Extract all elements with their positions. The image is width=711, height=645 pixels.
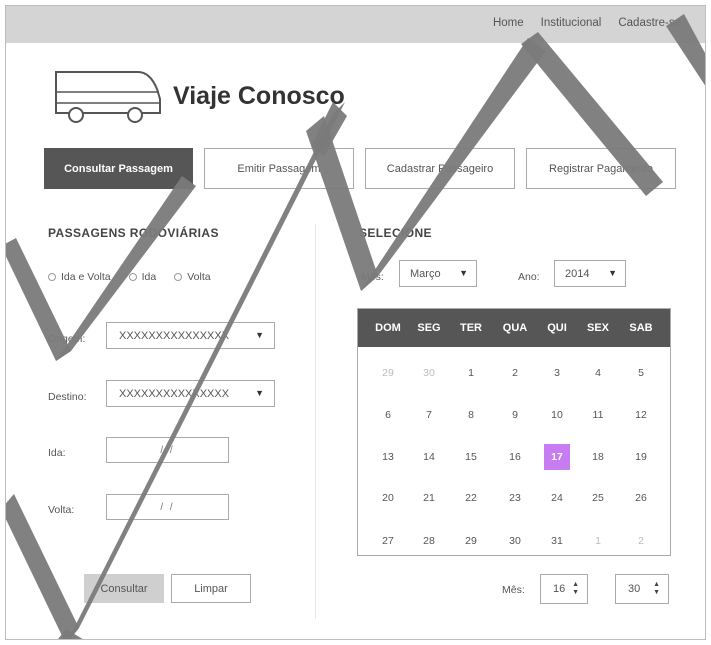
nav-home-link[interactable]: Home <box>493 17 524 29</box>
calendar-day[interactable]: 14 <box>416 444 442 470</box>
calendar-weekday-header: DOM SEG TER QUA QUI SEX SAB <box>358 309 670 347</box>
page-frame: Home Institucional Cadastre-se Viaje Con… <box>5 5 706 640</box>
day-end-stepper[interactable]: 30 ▲ ▼ <box>615 574 669 604</box>
calendar-day[interactable]: 6 <box>375 402 401 428</box>
calendar-day[interactable]: 4 <box>585 360 611 386</box>
mes-select[interactable]: Março ▼ <box>399 260 477 287</box>
dropdown-arrow-icon: ▼ <box>255 388 264 398</box>
tab-consultar-passagem[interactable]: Consultar Passagem <box>44 148 193 189</box>
volta-label: Volta: <box>48 504 75 516</box>
origem-label: Origem: <box>48 333 86 345</box>
calendar-day[interactable]: 15 <box>458 444 484 470</box>
ano-label: Ano: <box>518 271 540 283</box>
trip-type-radio-group: Ida e Volta Ida Volta <box>48 271 229 283</box>
volta-date-input[interactable]: / / <box>106 494 229 520</box>
destino-label: Destino: <box>48 391 87 403</box>
calendar-day[interactable]: 3 <box>544 360 570 386</box>
radio-circle-icon <box>174 273 183 281</box>
tab-registrar-pagamento[interactable]: Registrar Pagamento <box>526 148 676 189</box>
calendar-day[interactable]: 2 <box>502 360 528 386</box>
calendar-day[interactable]: 29 <box>375 360 401 386</box>
stepper-arrows-icon[interactable]: ▲ ▼ <box>572 581 579 597</box>
calendar-day[interactable]: 5 <box>628 360 654 386</box>
spin-mes-label: Mês: <box>502 584 525 596</box>
nav-cadastre-se-link[interactable]: Cadastre-se <box>618 17 681 29</box>
ano-select[interactable]: 2014 ▼ <box>554 260 626 287</box>
top-bar: Home Institucional Cadastre-se <box>6 6 705 43</box>
calendar-day[interactable]: 19 <box>628 444 654 470</box>
calendar-day[interactable]: 23 <box>502 485 528 511</box>
calendar-day[interactable]: 12 <box>628 402 654 428</box>
destino-select[interactable]: XXXXXXXXXXXXXXX ▼ <box>106 380 275 407</box>
limpar-button[interactable]: Limpar <box>171 574 251 603</box>
dropdown-arrow-icon: ▼ <box>255 330 264 340</box>
calendar-day[interactable]: 21 <box>416 485 442 511</box>
calendar-day[interactable]: 22 <box>458 485 484 511</box>
calendar-day[interactable]: 17 <box>544 444 570 470</box>
column-divider <box>315 224 316 619</box>
calendar-day[interactable]: 24 <box>544 485 570 511</box>
calendar-day[interactable]: 9 <box>502 402 528 428</box>
selecione-title: SELECIONE <box>359 226 432 240</box>
calendar-day[interactable]: 18 <box>585 444 611 470</box>
mes-label: Mês: <box>361 271 384 283</box>
weekday-header-qui: QUI <box>547 322 567 334</box>
radio-volta[interactable]: Volta <box>174 271 211 283</box>
calendar-day[interactable]: 7 <box>416 402 442 428</box>
calendar: DOM SEG TER QUA QUI SEX SAB 29 30 1 2 3 4 5 6 7 8 9 10 11 1… <box>357 308 671 556</box>
weekday-header-ter: TER <box>460 322 482 334</box>
calendar-day[interactable]: 10 <box>544 402 570 428</box>
radio-circle-icon <box>128 273 137 281</box>
calendar-day[interactable]: 31 <box>544 528 570 554</box>
calendar-day[interactable]: 20 <box>375 485 401 511</box>
weekday-header-seg: SEG <box>417 322 441 334</box>
dropdown-arrow-icon: ▼ <box>608 268 617 278</box>
radio-ida[interactable]: Ida <box>128 271 156 283</box>
calendar-day[interactable]: 2 <box>628 528 654 554</box>
calendar-day[interactable]: 26 <box>628 485 654 511</box>
stepper-arrows-icon[interactable]: ▲ ▼ <box>653 581 660 597</box>
calendar-day[interactable]: 28 <box>416 528 442 554</box>
bus-logo-icon <box>53 69 163 128</box>
weekday-header-sab: SAB <box>629 322 653 334</box>
weekday-header-qua: QUA <box>502 322 528 334</box>
passagens-title: PASSAGENS RODOVIÁRIAS <box>48 226 219 240</box>
tab-emitir-passagem[interactable]: Emitir Passagem <box>204 148 354 189</box>
radio-circle-icon <box>48 273 56 281</box>
ida-label: Ida: <box>48 447 66 459</box>
tab-cadastrar-passageiro[interactable]: Cadastrar Passageiro <box>365 148 515 189</box>
calendar-day[interactable]: 16 <box>502 444 528 470</box>
dropdown-arrow-icon: ▼ <box>459 268 468 278</box>
consultar-button[interactable]: Consultar <box>84 574 164 603</box>
origem-select[interactable]: XXXXXXXXXXXXXXX ▼ <box>106 322 275 349</box>
calendar-day[interactable]: 29 <box>458 528 484 554</box>
weekday-header-sex: SEX <box>586 322 609 334</box>
radio-ida-e-volta[interactable]: Ida e Volta <box>48 271 111 283</box>
calendar-day[interactable]: 11 <box>585 402 611 428</box>
calendar-day[interactable]: 1 <box>585 528 611 554</box>
nav-institucional-link[interactable]: Institucional <box>541 17 602 29</box>
calendar-day[interactable]: 1 <box>458 360 484 386</box>
calendar-day[interactable]: 8 <box>458 402 484 428</box>
ida-date-input[interactable]: / / <box>106 437 229 463</box>
calendar-day[interactable]: 27 <box>375 528 401 554</box>
calendar-day[interactable]: 25 <box>585 485 611 511</box>
calendar-day[interactable]: 30 <box>502 528 528 554</box>
weekday-header-dom: DOM <box>375 322 401 334</box>
top-nav: Home Institucional Cadastre-se <box>493 17 681 29</box>
calendar-day[interactable]: 30 <box>416 360 442 386</box>
brand-title: Viaje Conosco <box>173 82 345 110</box>
day-start-stepper[interactable]: 16 ▲ ▼ <box>540 574 588 604</box>
calendar-day[interactable]: 13 <box>375 444 401 470</box>
